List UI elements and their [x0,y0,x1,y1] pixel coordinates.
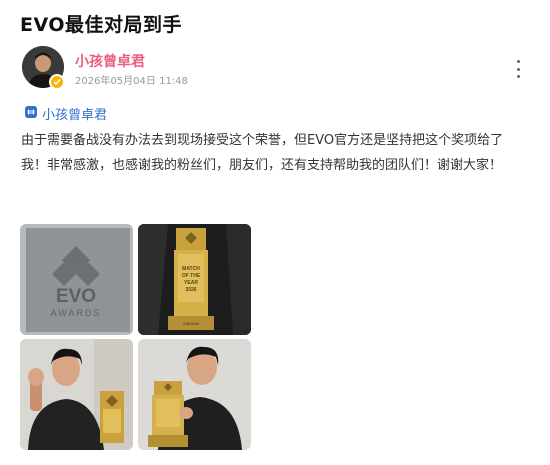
plaque-line-1: MATCH [182,266,200,272]
post-timestamp: 2026年05月04日 11:48 [75,76,188,87]
photo-grid: EVO AWARDS MATCH OF THE YEAR 2026 XIAOHA… [20,224,252,450]
plaque-line-4: 2026 [185,287,196,293]
photo-fist-pose[interactable] [20,339,133,450]
more-vertical-icon[interactable] [512,58,524,80]
post-body: 由于需要备战没有办法去到现场接受这个荣誉，但EVO官方还是坚持把这个奖项给了我！… [21,133,504,173]
box-logo-text: EVO [56,286,96,307]
author-name[interactable]: 小孩曾卓君 [75,51,145,71]
photo-holding-trophy[interactable] [138,339,251,450]
trophy-base-text: XIAOHAI [183,321,199,326]
mention-label: 小孩曾卓君 [42,108,108,123]
photo-trophy-boxed[interactable]: MATCH OF THE YEAR 2026 XIAOHAI [138,224,251,335]
box-subtitle: AWARDS [51,308,102,318]
plaque-line-3: YEAR [184,280,198,286]
photo-evo-box[interactable]: EVO AWARDS [20,224,133,335]
plaque-line-2: OF THE [182,273,201,279]
verified-badge-icon [49,74,65,90]
user-tag-icon [24,104,38,123]
mention-link[interactable]: 小孩曾卓君 [24,104,107,123]
post-title: EVO最佳对局到手 [20,14,183,36]
